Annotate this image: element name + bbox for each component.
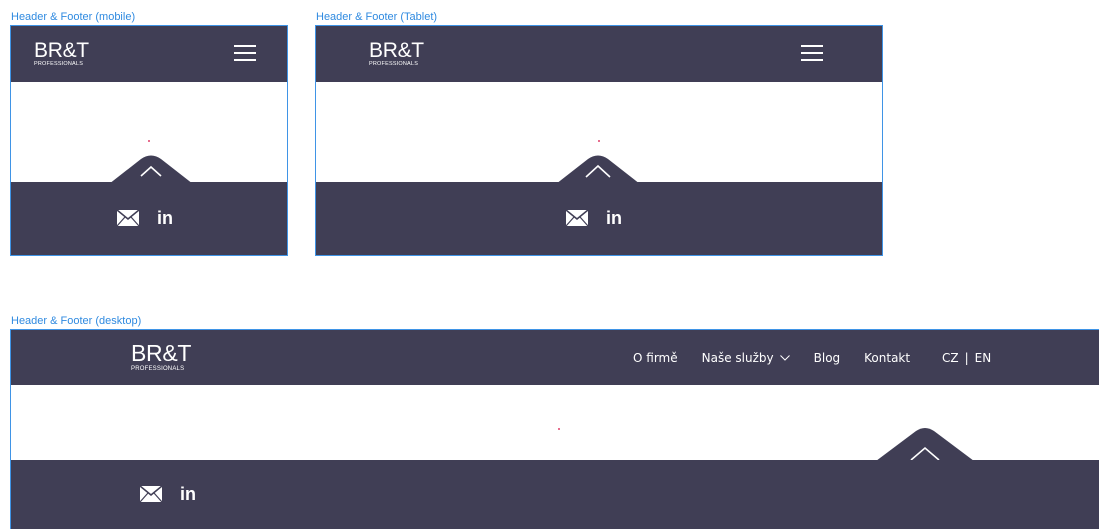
content-marker bbox=[148, 140, 150, 142]
nav-item-blog[interactable]: Blog bbox=[814, 351, 841, 365]
header-bar: BR&T PROFESSIONALS bbox=[316, 26, 882, 82]
nav-item-kontakt[interactable]: Kontakt bbox=[864, 351, 910, 365]
logo[interactable]: BR&T PROFESSIONALS bbox=[369, 40, 424, 68]
linkedin-icon[interactable]: in bbox=[157, 209, 173, 227]
footer-bar: in bbox=[316, 182, 882, 255]
logo[interactable]: BR&T PROFESSIONALS bbox=[34, 40, 89, 68]
language-switch: CZ | EN bbox=[942, 330, 991, 385]
frame-desktop: BR&T PROFESSIONALS O firmě Naše služby B… bbox=[10, 329, 1099, 529]
header-bar: BR&T PROFESSIONALS O firmě Naše služby B… bbox=[11, 330, 1099, 385]
main-nav: O firmě Naše služby Blog Kontakt bbox=[633, 330, 934, 385]
header-bar: BR&T PROFESSIONALS bbox=[11, 26, 287, 82]
logo-wordmark: BR&T bbox=[131, 340, 192, 366]
frame-label-mobile: Header & Footer (mobile) bbox=[11, 11, 136, 23]
frame-label-desktop: Header & Footer (desktop) bbox=[11, 315, 142, 327]
back-to-top-tab[interactable] bbox=[556, 154, 640, 184]
frame-label-tablet: Header & Footer (Tablet) bbox=[316, 11, 438, 23]
content-marker bbox=[558, 428, 560, 430]
content-marker bbox=[598, 140, 600, 142]
frame-mobile: BR&T PROFESSIONALS in bbox=[10, 25, 288, 256]
nav-item-nase-sluzby[interactable]: Naše služby bbox=[702, 351, 790, 365]
lang-separator: | bbox=[964, 350, 969, 365]
logo-wordmark: BR&T bbox=[34, 39, 89, 62]
back-to-top-tab[interactable] bbox=[876, 427, 974, 461]
social-links: in bbox=[566, 209, 622, 227]
footer-bar: in bbox=[11, 460, 1099, 529]
back-to-top-tab[interactable] bbox=[109, 154, 193, 184]
linkedin-icon[interactable]: in bbox=[180, 485, 196, 503]
logo-tagline: PROFESSIONALS bbox=[369, 61, 419, 67]
lang-en[interactable]: EN bbox=[975, 351, 992, 365]
lang-cz[interactable]: CZ bbox=[942, 351, 959, 365]
nav-item-label: Naše služby bbox=[701, 350, 774, 365]
linkedin-icon[interactable]: in bbox=[606, 209, 622, 227]
envelope-icon[interactable] bbox=[117, 210, 139, 226]
logo-tagline: PROFESSIONALS bbox=[131, 366, 185, 372]
social-links: in bbox=[140, 485, 196, 503]
nav-item-o-firme[interactable]: O firmě bbox=[633, 351, 678, 365]
logo[interactable]: BR&T PROFESSIONALS bbox=[131, 340, 192, 373]
footer-bar: in bbox=[11, 182, 287, 255]
chevron-down-icon bbox=[779, 354, 790, 361]
menu-icon[interactable] bbox=[234, 45, 256, 61]
envelope-icon[interactable] bbox=[566, 210, 588, 226]
logo-tagline: PROFESSIONALS bbox=[34, 61, 84, 67]
menu-icon[interactable] bbox=[801, 45, 823, 61]
frame-tablet: BR&T PROFESSIONALS in bbox=[315, 25, 883, 256]
logo-wordmark: BR&T bbox=[369, 39, 424, 62]
envelope-icon[interactable] bbox=[140, 486, 162, 502]
social-links: in bbox=[117, 209, 173, 227]
